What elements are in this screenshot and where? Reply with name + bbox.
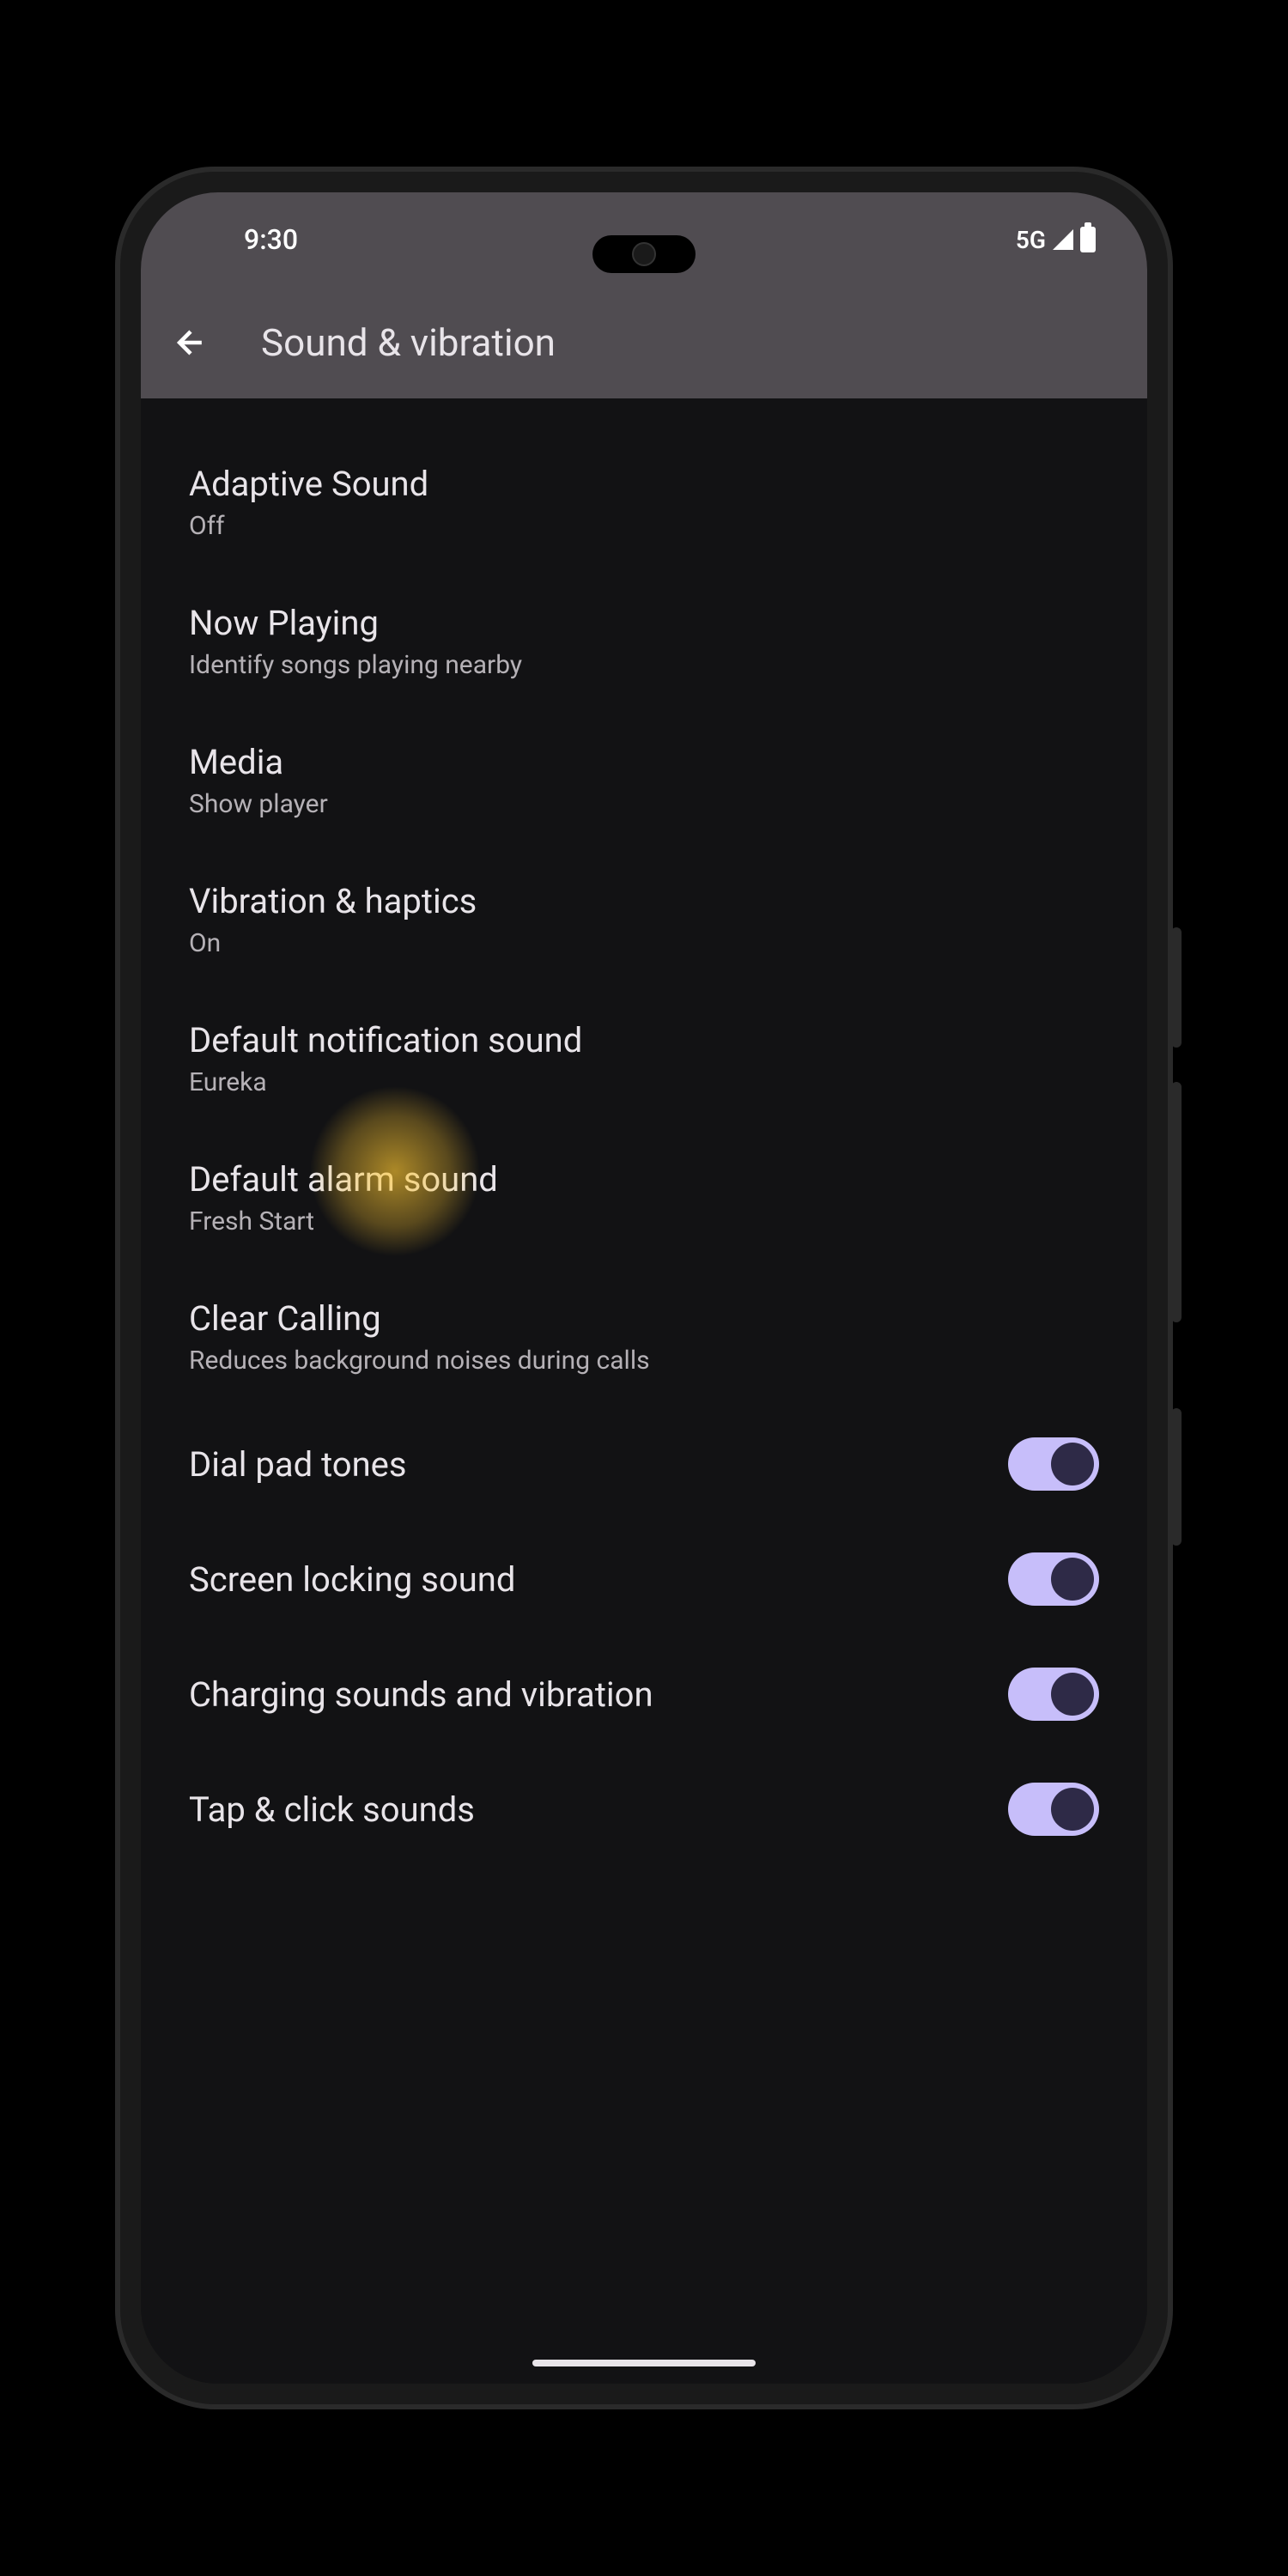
setting-subtitle: Eureka [189, 1067, 582, 1097]
setting-title: Clear Calling [189, 1298, 650, 1339]
setting-title: Default notification sound [189, 1020, 582, 1060]
setting-default-notification[interactable]: Default notification sound Eureka [141, 989, 1147, 1128]
app-bar: Sound & vibration [141, 287, 1147, 398]
page-title: Sound & vibration [261, 320, 556, 365]
network-label: 5G [1016, 226, 1046, 254]
side-button [1171, 1408, 1182, 1546]
setting-adaptive-sound[interactable]: Adaptive Sound Off [141, 433, 1147, 572]
setting-title: Screen locking sound [189, 1559, 515, 1600]
battery-icon [1080, 227, 1096, 252]
side-button [1171, 927, 1182, 1048]
setting-screen-locking[interactable]: Screen locking sound [141, 1522, 1147, 1637]
camera-notch [592, 235, 696, 273]
settings-list[interactable]: Adaptive Sound Off Now Playing Identify … [141, 398, 1147, 2384]
setting-clear-calling[interactable]: Clear Calling Reduces background noises … [141, 1267, 1147, 1406]
status-icons: 5G [1016, 226, 1096, 254]
toggle-thumb [1051, 1443, 1094, 1485]
setting-title: Tap & click sounds [189, 1789, 475, 1830]
setting-subtitle: Fresh Start [189, 1206, 498, 1236]
toggle-screen-locking[interactable] [1008, 1552, 1099, 1606]
setting-tap-click[interactable]: Tap & click sounds [141, 1752, 1147, 1867]
setting-subtitle: Show player [189, 789, 328, 819]
toggle-charging-sounds[interactable] [1008, 1668, 1099, 1721]
setting-title: Adaptive Sound [189, 464, 428, 504]
setting-subtitle: Identify songs playing nearby [189, 650, 522, 680]
setting-subtitle: On [189, 928, 477, 958]
side-button [1171, 1082, 1182, 1322]
setting-default-alarm[interactable]: Default alarm sound Fresh Start [141, 1128, 1147, 1267]
toggle-dial-pad-tones[interactable] [1008, 1437, 1099, 1491]
camera-lens [632, 242, 656, 266]
setting-vibration-haptics[interactable]: Vibration & haptics On [141, 850, 1147, 989]
signal-icon [1053, 229, 1073, 250]
toggle-thumb [1051, 1788, 1094, 1831]
setting-title: Vibration & haptics [189, 881, 477, 921]
phone-frame: 9:30 5G Sound & vibration Adaptive Sound… [120, 172, 1168, 2404]
setting-now-playing[interactable]: Now Playing Identify songs playing nearb… [141, 572, 1147, 711]
toggle-tap-click[interactable] [1008, 1783, 1099, 1836]
setting-media[interactable]: Media Show player [141, 711, 1147, 850]
setting-subtitle: Reduces background noises during calls [189, 1346, 650, 1376]
toggle-thumb [1051, 1673, 1094, 1716]
setting-subtitle: Off [189, 511, 428, 541]
screen: 9:30 5G Sound & vibration Adaptive Sound… [141, 192, 1147, 2384]
toggle-thumb [1051, 1558, 1094, 1601]
setting-dial-pad-tones[interactable]: Dial pad tones [141, 1406, 1147, 1522]
status-time: 9:30 [244, 223, 298, 256]
setting-title: Default alarm sound [189, 1159, 498, 1200]
setting-charging-sounds[interactable]: Charging sounds and vibration [141, 1637, 1147, 1752]
setting-title: Charging sounds and vibration [189, 1674, 653, 1715]
back-button[interactable] [172, 324, 210, 361]
gesture-bar[interactable] [532, 2360, 756, 2366]
setting-title: Dial pad tones [189, 1444, 407, 1485]
setting-title: Media [189, 742, 328, 782]
setting-title: Now Playing [189, 603, 522, 643]
arrow-left-icon [172, 324, 210, 361]
